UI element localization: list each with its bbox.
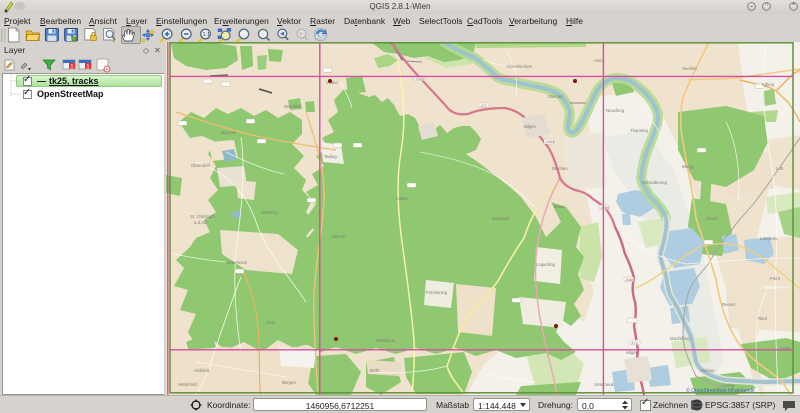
svg-text:472: 472 [632,341,638,345]
svg-text:Waldhaus: Waldhaus [376,338,395,343]
svg-text:Hinterholz: Hinterholz [178,382,197,387]
svg-text:Edling: Edling [762,82,775,87]
svg-text:Reisen: Reisen [722,302,736,307]
svg-text:Moos: Moos [554,204,565,209]
svg-text:2080: 2080 [601,206,609,210]
svg-text:Machtlfing: Machtlfing [670,336,690,341]
svg-text:Oberb.: Oberb. [706,216,719,221]
svg-text:Hilgen: Hilgen [626,350,639,355]
svg-text:2084: 2084 [546,140,554,144]
svg-text:Loh: Loh [776,166,784,171]
svg-text:Ebersb.: Ebersb. [332,234,347,239]
svg-text:Reichen: Reichen [552,166,568,171]
svg-text:Tading: Tading [324,154,337,159]
svg-text:Bergen: Bergen [282,380,296,385]
svg-text:Thanning: Thanning [630,128,649,133]
svg-text:Bilgen: Bilgen [524,124,537,129]
svg-text:Forstinning: Forstinning [426,290,448,295]
svg-text:Moosen: Moosen [221,130,237,135]
svg-text:Seefeld: Seefeld [682,66,697,71]
svg-text:Wiesfeld: Wiesfeld [284,104,301,109]
svg-text:Aschau: Aschau [700,368,715,373]
svg-text:Lohen: Lohen [396,196,409,201]
svg-text:472: 472 [481,104,487,108]
svg-text:Hartberg: Hartberg [261,210,278,215]
svg-text:Ried: Ried [758,316,767,321]
svg-text:Obersdorf: Obersdorf [191,163,211,168]
svg-text:a.d.Alz: a.d.Alz [194,220,207,225]
svg-text:Schwabering: Schwabering [642,180,667,185]
svg-text:Steinau: Steinau [548,94,563,99]
svg-text:Aichfeld: Aichfeld [194,368,210,373]
svg-text:Point: Point [770,276,781,281]
svg-text:St. Christoph: St. Christoph [190,214,215,219]
svg-text:2082: 2082 [416,77,424,81]
svg-text:Bichl: Bichl [370,368,379,373]
svg-text:Wang: Wang [682,164,694,169]
svg-text:Moosach: Moosach [492,216,510,221]
svg-text:Voiten: Voiten [326,80,339,85]
svg-text:Langenb.: Langenb. [760,236,778,241]
svg-text:Grub: Grub [266,320,276,325]
svg-text:Unterneuk.: Unterneuk. [594,382,615,387]
svg-text:Anzenkirchen: Anzenkirchen [506,64,533,69]
svg-text:Untermoos: Untermoos [226,260,247,265]
svg-text:© OpenStreetMap-Mitwirkende: © OpenStreetMap-Mitwirkende [686,387,755,394]
svg-text:2080: 2080 [626,278,634,282]
svg-text:1:1: 1:1 [203,32,211,38]
svg-text:Neuching: Neuching [606,108,625,113]
svg-text:Loiperting: Loiperting [536,262,555,267]
